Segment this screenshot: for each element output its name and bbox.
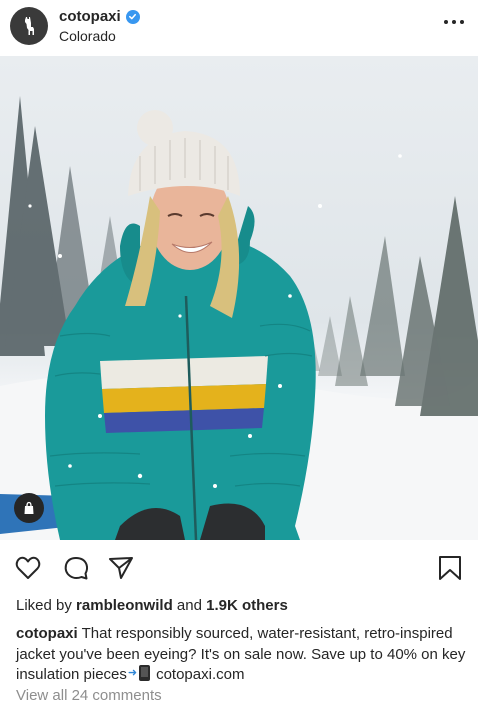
photo-scene <box>0 96 478 540</box>
likes-others[interactable]: 1.9K others <box>206 597 288 614</box>
avatar[interactable] <box>10 7 48 45</box>
post-photo[interactable] <box>0 56 478 540</box>
shopping-bag-icon[interactable] <box>14 493 44 523</box>
dot <box>460 20 464 24</box>
likes-summary: Liked by rambleonwild and 1.9K others <box>16 597 288 614</box>
heart-icon[interactable] <box>14 554 42 582</box>
dot <box>452 20 456 24</box>
location-label[interactable]: Colorado <box>59 28 116 44</box>
liked-by-user[interactable]: rambleonwild <box>76 597 173 614</box>
likes-prefix: Liked by <box>16 597 72 614</box>
paper-plane-icon[interactable] <box>107 554 135 582</box>
likes-and: and <box>176 597 202 614</box>
bookmark-icon[interactable] <box>436 554 464 582</box>
mobile-phone-icon: ➜ <box>128 665 150 681</box>
more-dots-icon[interactable] <box>442 14 466 30</box>
username-row: cotopaxi <box>59 8 140 25</box>
action-bar <box>0 548 478 588</box>
view-comments-link[interactable]: View all 24 comments <box>16 687 162 704</box>
caption-username[interactable]: cotopaxi <box>16 625 78 642</box>
caption-link[interactable]: cotopaxi.com <box>156 666 244 683</box>
comment-bubble-icon[interactable] <box>62 554 90 582</box>
username[interactable]: cotopaxi <box>59 8 121 25</box>
caption: cotopaxi That responsibly sourced, water… <box>16 624 466 686</box>
dot <box>444 20 448 24</box>
post-header: cotopaxi Colorado <box>0 0 478 56</box>
llama-logo-icon <box>25 17 34 35</box>
verified-badge-icon <box>125 9 140 24</box>
